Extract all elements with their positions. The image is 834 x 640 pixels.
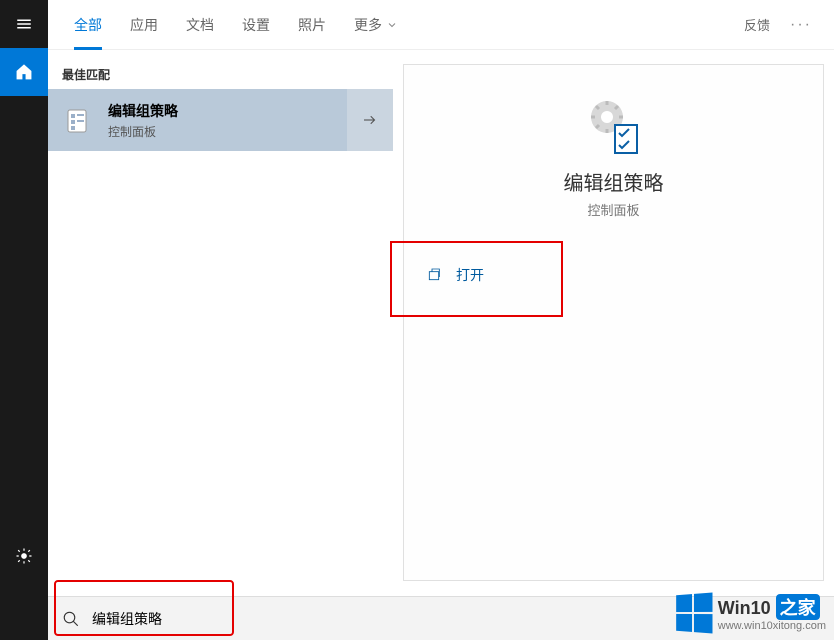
settings-button[interactable] (0, 532, 48, 580)
best-match-header: 最佳匹配 (48, 60, 393, 89)
search-input[interactable] (92, 611, 820, 627)
search-icon (62, 610, 80, 628)
home-icon (15, 63, 33, 81)
action-open-label: 打开 (456, 265, 484, 285)
tab-all[interactable]: 全部 (60, 1, 116, 49)
results-panel: 最佳匹配 编辑组策略 控制面板 (48, 50, 393, 595)
more-options-button[interactable]: ··· (780, 16, 822, 34)
result-subtitle: 控制面板 (108, 123, 381, 140)
detail-hero-icon (404, 95, 823, 155)
open-icon (426, 267, 442, 283)
hamburger-button[interactable] (0, 0, 48, 48)
result-title: 编辑组策略 (108, 101, 381, 121)
chevron-down-icon (386, 19, 398, 31)
tab-documents[interactable]: 文档 (172, 1, 228, 49)
tab-more[interactable]: 更多 (340, 1, 412, 49)
hamburger-icon (15, 15, 33, 33)
details-panel: 编辑组策略 控制面板 打开 (393, 50, 834, 595)
gpedit-icon (60, 102, 96, 138)
tab-apps[interactable]: 应用 (116, 1, 172, 49)
feedback-link[interactable]: 反馈 (734, 15, 780, 34)
home-button[interactable] (0, 48, 48, 96)
tab-settings[interactable]: 设置 (228, 1, 284, 49)
search-bar[interactable] (48, 596, 834, 640)
arrow-right-icon (361, 111, 379, 129)
filter-tabs: 全部 应用 文档 设置 照片 更多 反馈 ··· (48, 0, 834, 50)
tab-photos[interactable]: 照片 (284, 1, 340, 49)
result-expand-button[interactable] (347, 89, 393, 151)
detail-subtitle: 控制面板 (404, 200, 823, 219)
settings-gear-icon (15, 547, 33, 565)
detail-title: 编辑组策略 (404, 167, 823, 196)
tab-more-label: 更多 (354, 1, 382, 49)
action-open[interactable]: 打开 (404, 255, 823, 295)
result-item-edit-group-policy[interactable]: 编辑组策略 控制面板 (48, 89, 393, 151)
